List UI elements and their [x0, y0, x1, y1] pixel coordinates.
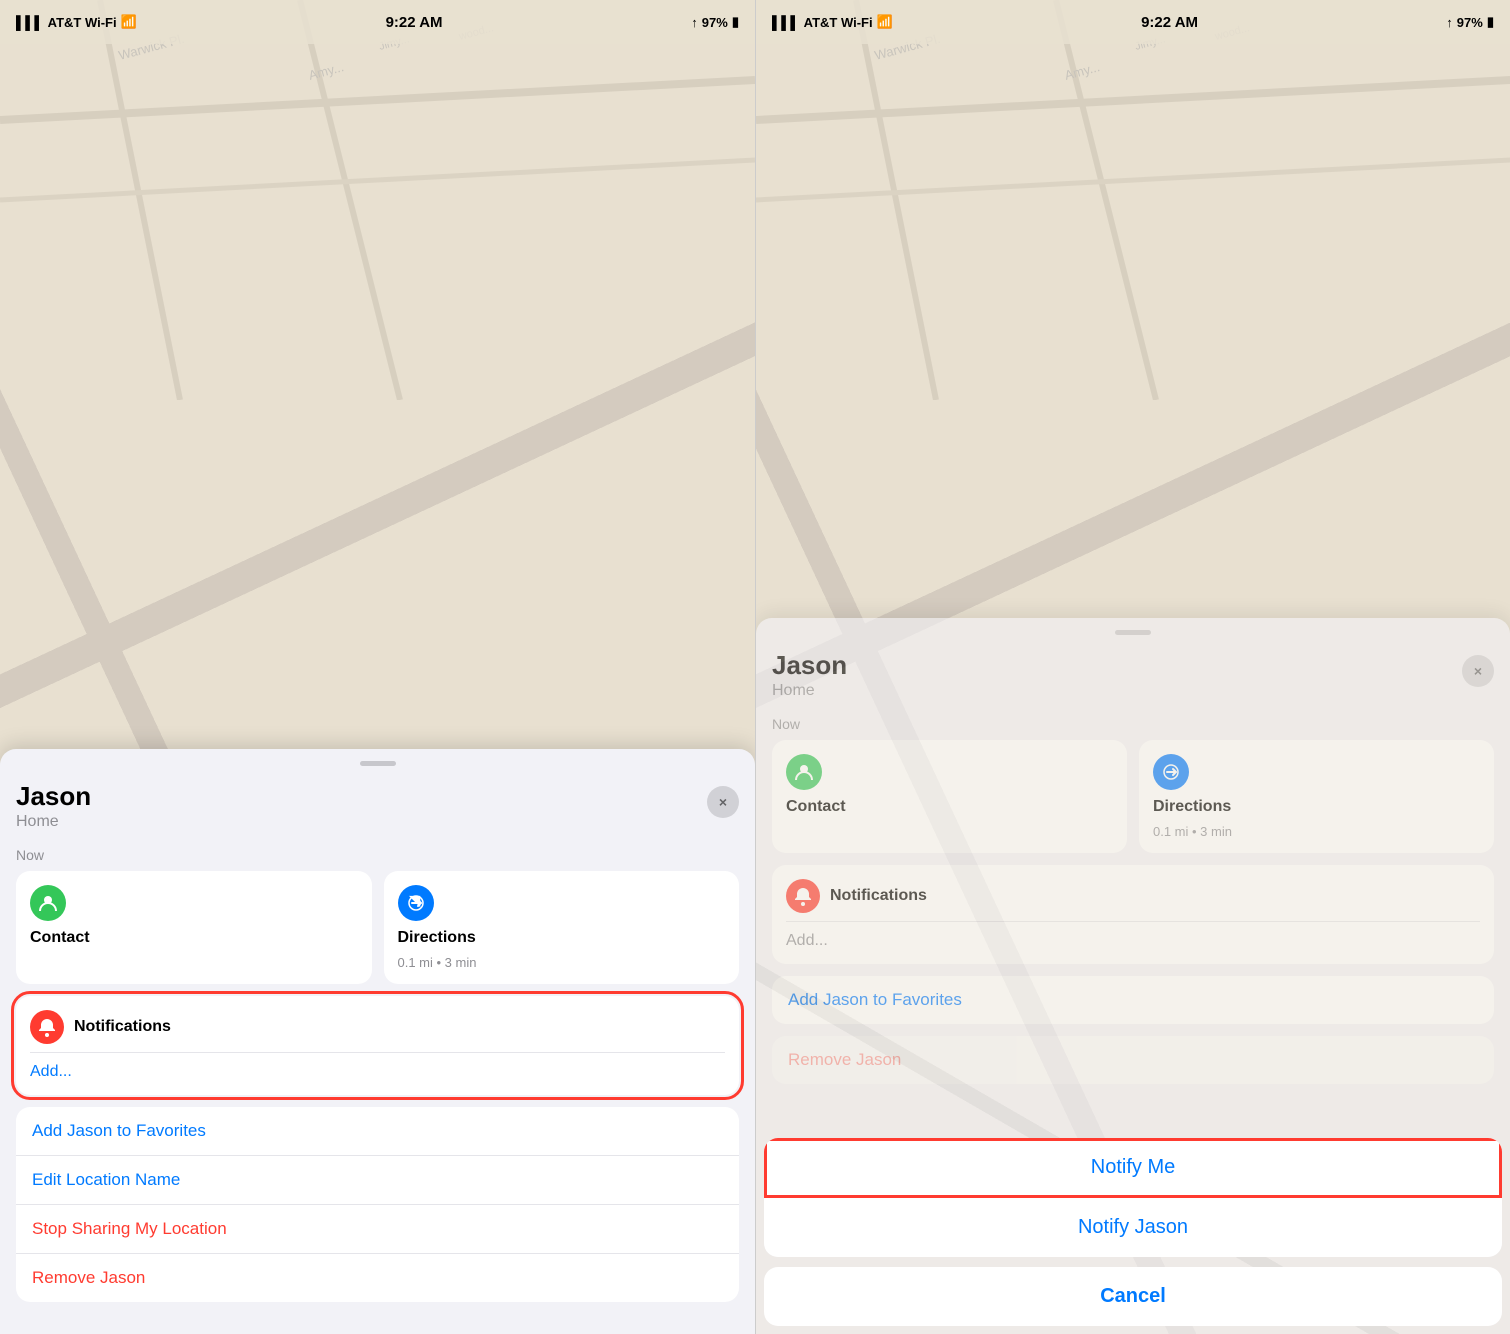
close-button-left[interactable]: ×	[707, 786, 739, 818]
add-favorites-btn-left[interactable]: Add Jason to Favorites	[16, 1107, 739, 1156]
notif-header-right: Notifications	[786, 879, 1480, 913]
sheet-header-right: Jason Home ×	[756, 647, 1510, 712]
location-icon-right: ↑	[1446, 15, 1453, 30]
directions-sub-left: 0.1 mi • 3 min	[398, 955, 726, 970]
time-left: 9:22 AM	[386, 14, 443, 31]
edit-location-btn-left[interactable]: Edit Location Name	[16, 1156, 739, 1205]
list-section-left: Add Jason to Favorites Edit Location Nam…	[16, 1107, 739, 1302]
remove-btn-right[interactable]: Remove Jason	[772, 1036, 1494, 1084]
time-right: 9:22 AM	[1141, 14, 1198, 31]
favorites-section-right: Add Jason to Favorites	[772, 976, 1494, 1024]
directions-label-right: Directions	[1153, 798, 1480, 816]
notif-icon-left	[30, 1010, 64, 1044]
contact-card-left[interactable]: Contact	[16, 871, 372, 984]
notif-header-left: Notifications	[30, 1010, 725, 1044]
notif-divider-right	[786, 921, 1480, 922]
signal-icon-right: ▌▌▌	[772, 15, 800, 30]
contact-icon-right	[786, 754, 822, 790]
directions-card-left[interactable]: Directions 0.1 mi • 3 min	[384, 871, 740, 984]
notif-add-right[interactable]: Add...	[786, 932, 1480, 950]
directions-label-left: Directions	[398, 929, 726, 947]
action-cards-right: Contact Directions 0.1 mi • 3 min	[756, 740, 1510, 865]
notifications-card-right[interactable]: Notifications Add...	[772, 865, 1494, 964]
close-button-right[interactable]: ×	[1462, 655, 1494, 687]
directions-sub-right: 0.1 mi • 3 min	[1153, 824, 1480, 839]
stop-sharing-btn-left[interactable]: Stop Sharing My Location	[16, 1205, 739, 1254]
now-label-left: Now	[0, 843, 755, 871]
add-favorites-btn-right[interactable]: Add Jason to Favorites	[772, 976, 1494, 1024]
contact-label-right: Contact	[786, 798, 1113, 816]
notify-me-btn[interactable]: Notify Me	[764, 1138, 1502, 1198]
left-phone-screen: Warwick Pl. Amy... Jimy... wood... ▌▌▌ A…	[0, 0, 755, 1334]
wifi-icon-right: 📶	[877, 14, 893, 30]
notify-jason-btn[interactable]: Notify Jason	[764, 1198, 1502, 1257]
carrier-left: ▌▌▌ AT&T Wi-Fi 📶	[16, 14, 137, 30]
notif-divider-left	[30, 1052, 725, 1053]
notif-add-left[interactable]: Add...	[30, 1063, 725, 1081]
sheet-header-left: Jason Home ×	[0, 778, 755, 843]
battery-left: ↑ 97% ▮	[691, 14, 739, 30]
person-name-left: Jason	[16, 782, 91, 811]
action-cards-left: Contact Directions 0.1 mi • 3 min	[0, 871, 755, 996]
battery-icon: ▮	[732, 14, 739, 30]
directions-icon-right	[1153, 754, 1189, 790]
location-icon: ↑	[691, 15, 698, 30]
contact-label-left: Contact	[30, 929, 358, 947]
status-bar-right: ▌▌▌ AT&T Wi-Fi 📶 9:22 AM ↑ 97% ▮	[756, 0, 1510, 44]
carrier-right: ▌▌▌ AT&T Wi-Fi 📶	[772, 14, 893, 30]
notifications-card-left[interactable]: Notifications Add...	[16, 996, 739, 1095]
notifications-title-right: Notifications	[830, 887, 927, 905]
sheet-handle-left	[360, 761, 396, 766]
remove-btn-left[interactable]: Remove Jason	[16, 1254, 739, 1302]
left-sheet: Jason Home × Now Contact	[0, 749, 755, 1334]
right-phone-screen: Warwick Pl. Amy... Jimy... wood... ▌▌▌ A…	[755, 0, 1510, 1334]
notifications-title-left: Notifications	[74, 1018, 171, 1036]
battery-right: ↑ 97% ▮	[1446, 14, 1494, 30]
status-bar-left: ▌▌▌ AT&T Wi-Fi 📶 9:22 AM ↑ 97% ▮	[0, 0, 755, 44]
contact-icon-left	[30, 885, 66, 921]
action-sheet-overlay: Notify Me Notify Jason Cancel	[756, 1138, 1510, 1334]
wifi-icon: 📶	[121, 14, 137, 30]
now-label-right: Now	[756, 712, 1510, 740]
person-name-right: Jason	[772, 651, 847, 680]
signal-icon: ▌▌▌	[16, 15, 44, 30]
cancel-btn[interactable]: Cancel	[764, 1267, 1502, 1326]
action-sheet: Notify Me Notify Jason	[764, 1138, 1502, 1257]
location-label-right: Home	[772, 682, 847, 700]
sheet-handle-right	[1115, 630, 1151, 635]
location-label-left: Home	[16, 813, 91, 831]
notif-icon-right	[786, 879, 820, 913]
directions-card-right[interactable]: Directions 0.1 mi • 3 min	[1139, 740, 1494, 853]
directions-icon-left	[398, 885, 434, 921]
battery-icon-right: ▮	[1487, 14, 1494, 30]
contact-card-right[interactable]: Contact	[772, 740, 1127, 853]
